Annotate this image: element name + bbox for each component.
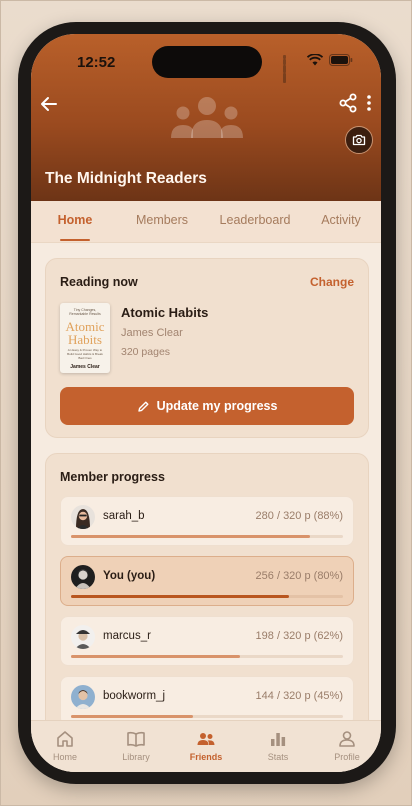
member-row-sarah[interactable]: sarah_b 280 / 320 p (88%): [60, 496, 354, 546]
change-cover-button[interactable]: [345, 126, 373, 154]
progress-bar: [71, 595, 343, 598]
nav-label: Stats: [267, 752, 289, 762]
book-page-count: 320 pages: [121, 346, 171, 358]
tab-home[interactable]: Home: [49, 213, 101, 227]
back-arrow-icon[interactable]: [37, 92, 61, 116]
nav-home[interactable]: Home: [35, 729, 95, 762]
member-stats: 256 / 320 p (80%): [255, 570, 343, 582]
progress-bar: [71, 535, 343, 538]
app-screen: 12:52 The Midnight Readers Home Members …: [31, 34, 381, 772]
update-progress-label: Update my progress: [156, 399, 278, 413]
member-progress-title: Member progress: [60, 470, 165, 484]
group-tabs: Home Members Leaderboard Activity: [31, 201, 381, 243]
group-header: 12:52 The Midnight Readers: [31, 34, 381, 201]
book-icon: [127, 731, 145, 747]
progress-bar-fill: [71, 595, 289, 598]
cover-title-line2: Habits: [68, 332, 102, 348]
status-time: 12:52: [77, 54, 116, 71]
nav-stats[interactable]: Stats: [248, 729, 308, 762]
tab-activity[interactable]: Activity: [311, 213, 371, 227]
group-title: The Midnight Readers: [45, 170, 207, 187]
change-book-link[interactable]: Change: [310, 275, 354, 289]
member-row-you[interactable]: You (you) 256 / 320 p (80%): [60, 556, 354, 606]
battery-icon: [329, 54, 353, 66]
progress-bar: [71, 655, 343, 658]
share-icon[interactable]: [337, 92, 359, 114]
avatar: [71, 685, 95, 709]
group-people-icon: [169, 94, 245, 142]
wifi-icon: [307, 54, 323, 66]
bar-chart-icon: [271, 733, 286, 746]
pencil-icon: [137, 401, 149, 412]
status-icons: [283, 54, 353, 83]
dynamic-island: [152, 46, 262, 78]
member-stats: 198 / 320 p (62%): [255, 630, 343, 642]
avatar: [71, 505, 95, 529]
member-name: bookworm_j: [103, 690, 165, 702]
member-name: sarah_b: [103, 510, 145, 522]
nav-label: Home: [52, 752, 77, 762]
progress-bar: [71, 715, 343, 718]
active-tab-indicator: [60, 239, 90, 241]
bottom-navigation: Home Library Friends Stats Profile: [31, 720, 381, 772]
signal-icon: [283, 54, 301, 83]
cover-subtitle: An Easy & Proven Way to Build Good Habit…: [67, 348, 103, 360]
avatar: [71, 565, 95, 589]
member-stats: 144 / 320 p (45%): [255, 690, 343, 702]
tab-members[interactable]: Members: [129, 213, 195, 227]
camera-icon: [352, 134, 366, 146]
people-icon: [197, 733, 215, 745]
member-name: You (you): [103, 570, 156, 582]
update-progress-button[interactable]: Update my progress: [60, 387, 354, 425]
nav-label: Friends: [189, 752, 223, 762]
member-row-marcus[interactable]: marcus_r 198 / 320 p (62%): [60, 616, 354, 666]
book-cover[interactable]: Tiny Changes, Remarkable Results Atomic …: [60, 303, 110, 373]
cover-tagline: Tiny Changes, Remarkable Results: [69, 308, 101, 317]
book-author: James Clear: [121, 327, 183, 339]
member-row-bookworm[interactable]: bookworm_j 144 / 320 p (45%): [60, 676, 354, 726]
nav-label: Library: [122, 752, 150, 762]
member-stats: 280 / 320 p (88%): [255, 510, 343, 522]
progress-bar-fill: [71, 655, 240, 658]
reading-now-card: Reading now Change Tiny Changes, Remarka…: [45, 258, 369, 438]
nav-label: Profile: [334, 752, 360, 762]
book-title: Atomic Habits: [121, 305, 209, 320]
person-icon: [339, 731, 355, 747]
more-vertical-icon[interactable]: [361, 92, 377, 114]
avatar: [71, 625, 95, 649]
nav-profile[interactable]: Profile: [317, 729, 377, 762]
member-name: marcus_r: [103, 630, 151, 642]
tab-leaderboard[interactable]: Leaderboard: [211, 213, 299, 227]
home-icon: [57, 731, 73, 747]
nav-friends[interactable]: Friends: [176, 729, 236, 762]
progress-bar-fill: [71, 535, 311, 538]
cover-author: James Clear: [70, 364, 100, 371]
nav-library[interactable]: Library: [106, 729, 166, 762]
progress-bar-fill: [71, 715, 194, 718]
reading-now-title: Reading now: [60, 275, 138, 289]
